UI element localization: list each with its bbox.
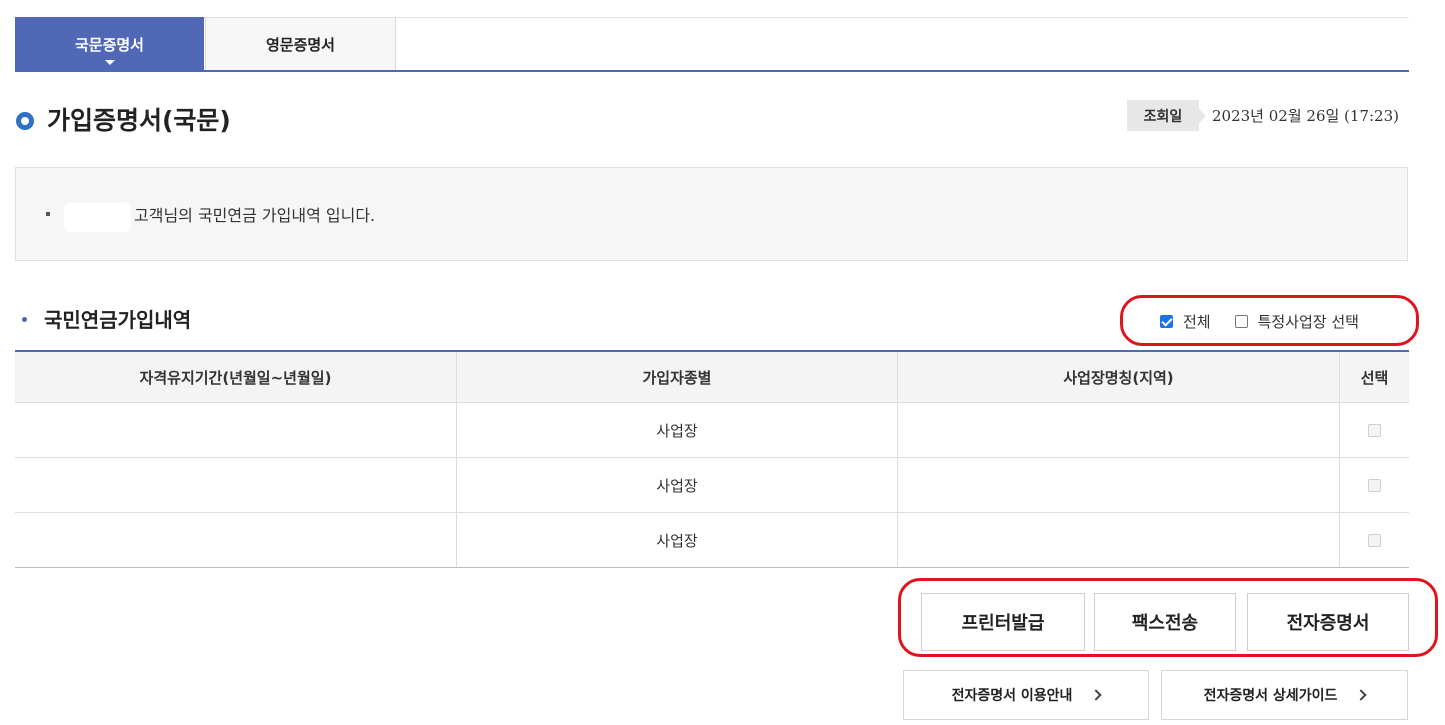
column-divider [456,352,457,567]
table-header: 자격유지기간(년월일~년월일) 가입자종별 사업장명칭(지역) 선택 [15,352,1409,403]
table-row: 사업장 [15,403,1409,458]
column-divider [897,352,898,567]
query-date-value: 2023년 02월 26일 (17:23) [1212,107,1399,125]
filter-options: 전체 특정사업장 선택 [1160,308,1359,334]
cell-period [15,458,456,512]
tab-label: 국문증명서 [74,35,144,54]
row-select-checkbox[interactable] [1368,423,1381,437]
cell-period [15,513,456,567]
column-header-period: 자격유지기간(년월일~년월일) [139,368,332,387]
cell-select [1340,403,1409,457]
page-title: 가입증명서(국문) [47,106,231,135]
column-header-select: 선택 [1360,368,1389,387]
column-header-workplace: 사업장명칭(지역) [1063,368,1174,387]
filter-specific-checkbox[interactable] [1234,314,1248,328]
filter-all-label[interactable]: 전체 [1183,311,1211,332]
e-certificate-usage-link[interactable]: 전자증명서 이용안내 [903,670,1149,720]
chevron-right-icon [1090,689,1103,701]
info-box: 고객님의 국민연금 가입내역 입니다. [15,167,1408,261]
chevron-right-icon [1355,689,1368,701]
e-certificate-button[interactable]: 전자증명서 [1247,593,1409,651]
tab-english-certificate[interactable]: 영문증명서 [205,17,396,71]
info-text: 고객님의 국민연금 가입내역 입니다. [134,206,376,225]
bullet-icon [46,212,50,216]
row-select-checkbox[interactable] [1368,533,1381,547]
print-issue-button[interactable]: 프린터발급 [921,593,1085,651]
table-row: 사업장 [15,458,1409,513]
tab-label: 영문증명서 [265,36,335,54]
cell-type: 사업장 [656,421,698,440]
filter-all-checkbox[interactable] [1160,314,1173,328]
section-title: 국민연금가입내역 [44,308,192,332]
link-label: 전자증명서 이용안내 [951,688,1073,704]
filter-specific-label[interactable]: 특정사업장 선택 [1258,311,1359,332]
column-header-type: 가입자종별 [642,368,712,387]
cell-workplace [898,403,1339,457]
query-date-label: 조회일 [1127,100,1206,131]
caret-down-icon [104,60,115,65]
masked-customer-name [64,203,131,232]
cell-period [15,403,456,457]
e-certificate-guide-link[interactable]: 전자증명서 상세가이드 [1161,670,1408,720]
cell-select [1340,458,1409,512]
link-label: 전자증명서 상세가이드 [1203,688,1338,704]
tab-korean-certificate[interactable]: 국문증명서 [15,17,204,71]
section-bullet-icon [22,317,27,322]
row-select-checkbox[interactable] [1368,478,1381,492]
cell-type: 사업장 [656,531,698,550]
tabs-underline [15,70,1409,72]
title-ring-icon [16,112,34,130]
column-divider [1339,352,1340,567]
cell-workplace [898,513,1339,567]
table-row: 사업장 [15,513,1409,568]
fax-send-button[interactable]: 팩스전송 [1094,593,1236,651]
cell-type: 사업장 [656,476,698,495]
cell-workplace [898,458,1339,512]
cell-select [1340,513,1409,567]
